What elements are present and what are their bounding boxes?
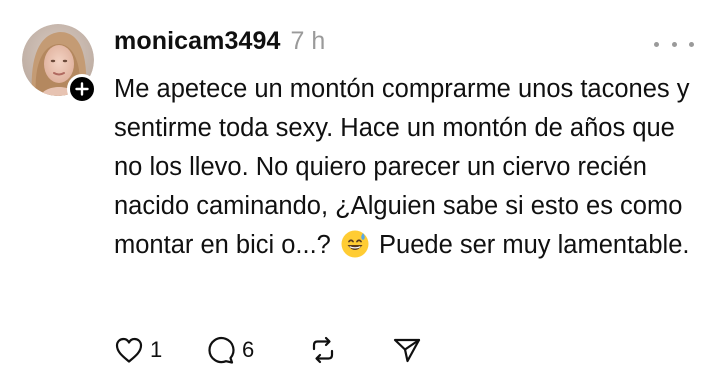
more-horizontal-icon	[654, 41, 659, 47]
thread-post: monicam3494 7 h Me apetece un montón com…	[0, 0, 720, 388]
follow-button[interactable]	[67, 74, 97, 104]
plus-icon	[75, 82, 89, 96]
reply-count: 6	[242, 337, 255, 362]
post-time: 7 h	[290, 27, 326, 55]
more-horizontal-icon-dot	[671, 41, 677, 47]
more-horizontal-icon-dot	[689, 41, 694, 47]
like-button[interactable]: 1	[114, 332, 204, 368]
share-button[interactable]	[392, 332, 432, 368]
more-options-button[interactable]	[654, 34, 694, 54]
post-text-end: Puede ser muy lamentable.	[371, 231, 690, 259]
post-body: Me apetece un montón comprarme unos taco…	[114, 70, 700, 265]
repost-button[interactable]	[308, 332, 392, 368]
username[interactable]: monicam3494	[114, 27, 280, 56]
avatar-container[interactable]	[22, 24, 97, 104]
send-icon	[393, 338, 421, 363]
heart-icon	[115, 337, 143, 363]
action-bar: 1 6	[114, 332, 432, 368]
repost-icon	[312, 336, 334, 364]
comment-icon	[208, 336, 235, 364]
grinning-sweat-emoji	[341, 230, 369, 258]
like-count: 1	[150, 337, 163, 362]
post-header: monicam3494 7 h	[114, 27, 325, 61]
reply-button[interactable]: 6	[204, 332, 308, 368]
